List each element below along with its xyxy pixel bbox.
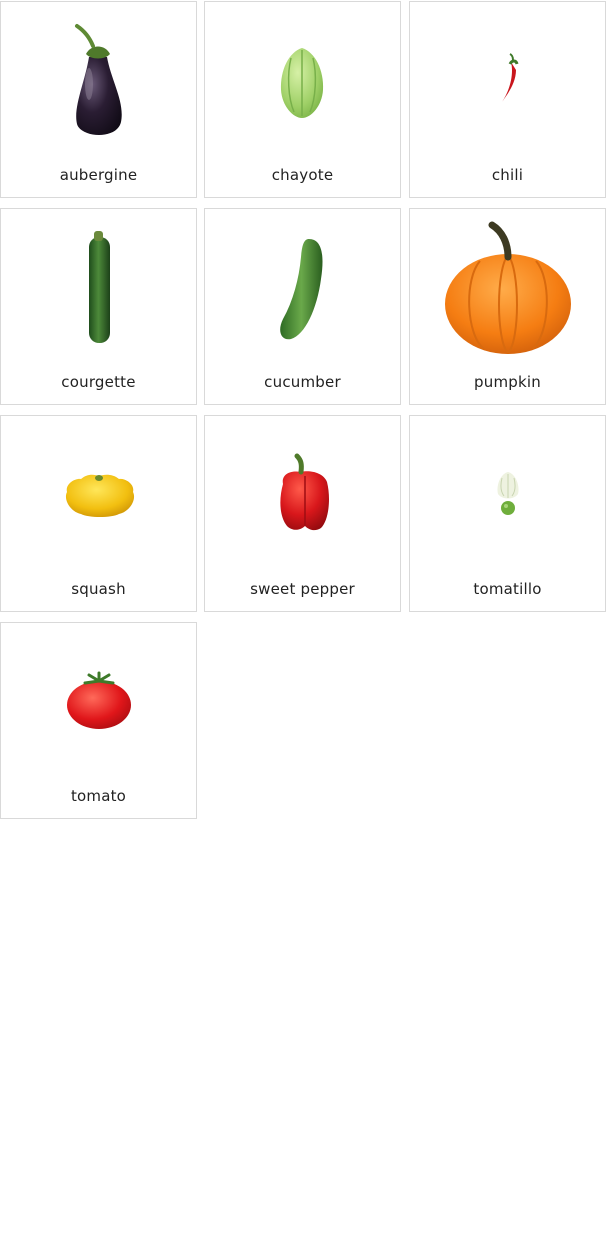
card-label: courgette — [61, 373, 136, 391]
card-label: tomatillo — [473, 580, 542, 598]
card-squash[interactable]: squash — [0, 415, 197, 612]
aubergine-icon — [1, 2, 196, 152]
sweet-pepper-icon — [205, 416, 400, 566]
card-tomatillo[interactable]: tomatillo — [409, 415, 606, 612]
card-label: aubergine — [59, 166, 138, 184]
card-label: pumpkin — [474, 373, 541, 391]
card-chili[interactable]: chili — [409, 1, 606, 198]
card-sweet-pepper[interactable]: sweet pepper — [204, 415, 401, 612]
card-cucumber[interactable]: cucumber — [204, 208, 401, 405]
chili-icon — [410, 2, 605, 152]
squash-icon — [1, 416, 196, 566]
card-pumpkin[interactable]: pumpkin — [409, 208, 606, 405]
tomatillo-icon — [410, 416, 605, 566]
card-label: squash — [71, 580, 126, 598]
chayote-icon — [205, 2, 400, 152]
card-label: tomato — [70, 787, 127, 805]
card-tomato[interactable]: tomato — [0, 622, 197, 819]
courgette-icon — [1, 209, 196, 359]
card-label: chili — [491, 166, 524, 184]
card-label: chayote — [271, 166, 334, 184]
card-label: sweet pepper — [250, 580, 355, 598]
card-chayote[interactable]: chayote — [204, 1, 401, 198]
cucumber-icon — [205, 209, 400, 359]
card-courgette[interactable]: courgette — [0, 208, 197, 405]
card-aubergine[interactable]: aubergine — [0, 1, 197, 198]
card-label: cucumber — [264, 373, 341, 391]
pumpkin-icon — [410, 209, 605, 359]
tomato-icon — [1, 623, 196, 773]
